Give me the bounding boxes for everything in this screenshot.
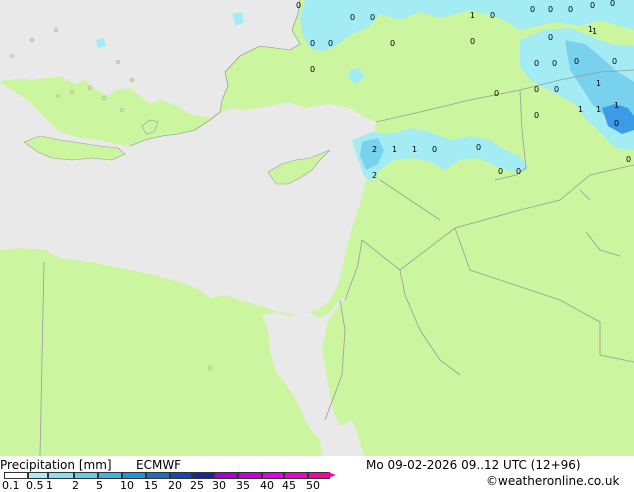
station-value: 0 xyxy=(476,143,481,152)
valid-time: Mo 09-02-2026 09..12 UTC (12+96) xyxy=(366,458,581,472)
station-value: 0 xyxy=(370,13,375,22)
legend-tick-label: 25 xyxy=(190,479,204,492)
legend-color-swatch xyxy=(146,472,170,479)
island xyxy=(119,107,125,113)
legend-tick-label: 5 xyxy=(96,479,103,492)
legend-tick-label: 20 xyxy=(168,479,182,492)
station-value: 2 xyxy=(372,171,377,180)
station-value: 0 xyxy=(310,39,315,48)
legend-color-swatch xyxy=(170,472,192,479)
legend-color-swatch xyxy=(308,472,330,479)
legend-tick-label: 1 xyxy=(46,479,53,492)
island xyxy=(115,59,121,65)
station-value: 0 xyxy=(296,1,301,10)
station-value: 0 xyxy=(568,5,573,14)
station-value: 0 xyxy=(574,57,579,66)
station-value: 0 xyxy=(590,1,595,10)
station-value: 0 xyxy=(552,59,557,68)
station-value: 0 xyxy=(494,89,499,98)
station-value: 0 xyxy=(530,5,535,14)
station-value: 0 xyxy=(470,37,475,46)
station-value: 0 xyxy=(614,119,619,128)
station-value: 0 xyxy=(554,85,559,94)
legend-color-swatch xyxy=(238,472,262,479)
station-value: 1 xyxy=(392,145,397,154)
station-value: 2 xyxy=(372,145,377,154)
legend-color-swatch xyxy=(4,472,28,479)
island xyxy=(87,85,93,91)
legend-tick-label: 35 xyxy=(236,479,250,492)
station-value: 1 xyxy=(596,79,601,88)
island xyxy=(207,365,213,371)
legend-color-swatch xyxy=(74,472,98,479)
station-value: 0 xyxy=(610,0,615,8)
legend-tick-label: 0.5 xyxy=(26,479,44,492)
map-canvas: 0 0 1 00 0 0 0 01000 0 010 0 0 00010 01 1 10002 1 1 0 02 0 00 xyxy=(0,0,634,456)
station-value: 0 xyxy=(534,59,539,68)
station-value: 0 xyxy=(490,11,495,20)
station-value: 0 xyxy=(516,167,521,176)
map-title: Precipitation [mm] xyxy=(0,458,112,472)
legend-tick-label: 15 xyxy=(144,479,158,492)
island xyxy=(56,94,60,98)
legend-color-swatch xyxy=(214,472,238,479)
station-value: 0 xyxy=(498,167,503,176)
legend-color-swatch xyxy=(122,472,146,479)
island xyxy=(10,54,14,58)
station-value: 1 xyxy=(412,145,417,154)
station-value: 0 xyxy=(534,85,539,94)
station-value: 0 xyxy=(548,5,553,14)
station-value: 0 xyxy=(350,13,355,22)
legend-tick-label: 30 xyxy=(212,479,226,492)
station-value: 1 xyxy=(614,101,619,110)
station-value: 1 xyxy=(470,11,475,20)
station-value: 0 xyxy=(432,145,437,154)
legend-arrow-icon xyxy=(328,472,336,478)
legend-tick-label: 10 xyxy=(120,479,134,492)
station-value: 0 xyxy=(534,111,539,120)
legend-color-swatch xyxy=(48,472,74,479)
weather-map: 0010000001000001000000100111000211002000… xyxy=(0,0,634,492)
island xyxy=(29,37,35,43)
island xyxy=(129,77,135,83)
station-value: 1 xyxy=(596,105,601,114)
station-value: 0 xyxy=(328,39,333,48)
legend-color-swatch xyxy=(262,472,284,479)
island xyxy=(101,95,107,101)
island xyxy=(69,89,75,95)
legend-tick-label: 45 xyxy=(282,479,296,492)
legend-color-swatch xyxy=(28,472,48,479)
legend-tick-label: 40 xyxy=(260,479,274,492)
island xyxy=(53,27,59,33)
legend-color-swatch xyxy=(192,472,214,479)
station-value: 0 xyxy=(390,39,395,48)
legend-tick-label: 2 xyxy=(72,479,79,492)
credit-link[interactable]: ©weatheronline.co.uk xyxy=(486,474,619,488)
station-value: 0 xyxy=(626,155,631,164)
station-value: 1 xyxy=(578,105,583,114)
legend-color-swatch xyxy=(284,472,308,479)
station-value: 0 xyxy=(548,33,553,42)
model-name: ECMWF xyxy=(136,458,182,472)
station-value: 0 xyxy=(612,57,617,66)
legend-tick-label: 0.1 xyxy=(2,479,20,492)
station-value: 0 xyxy=(310,65,315,74)
legend-color-swatch xyxy=(98,472,122,479)
station-value: 1 xyxy=(588,25,593,34)
legend-tick-label: 50 xyxy=(306,479,320,492)
